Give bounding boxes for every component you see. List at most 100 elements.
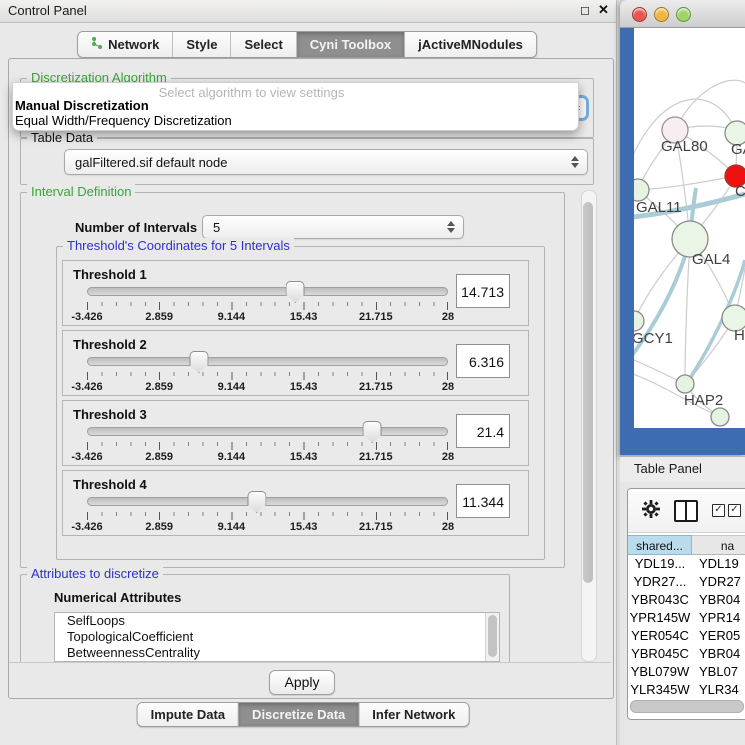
tab-discretize-data[interactable]: Discretize Data xyxy=(239,703,359,726)
cell-name[interactable]: YPR14 xyxy=(692,609,745,627)
tab-jactivemnodules[interactable]: jActiveMNodules xyxy=(405,32,536,57)
threshold-4-slider-track[interactable] xyxy=(87,497,448,506)
threshold-4-slider-thumb[interactable] xyxy=(247,491,266,513)
cell-shared-name[interactable]: YBL079W xyxy=(628,663,692,681)
tick-label: 15.43 xyxy=(290,451,318,463)
control-panel-titlebar[interactable] xyxy=(0,0,616,23)
cell-name[interactable]: YLR34 xyxy=(692,681,745,699)
threshold-4-value-field[interactable]: 11.344 xyxy=(456,484,510,518)
cell-shared-name[interactable]: YDR27... xyxy=(628,573,692,591)
network-node[interactable] xyxy=(711,408,729,426)
slider-tick-labels: -3.4262.8599.14415.4321.71528 xyxy=(87,381,448,393)
cell-shared-name[interactable]: YBR043C xyxy=(628,591,692,609)
tab-cyni-toolbox[interactable]: Cyni Toolbox xyxy=(297,32,405,57)
table-row[interactable]: YDL19...YDL19 xyxy=(628,555,745,573)
tick-label: 21.715 xyxy=(359,311,393,323)
table-header-row: shared... na xyxy=(628,535,745,555)
settings-scrollbar-thumb[interactable] xyxy=(583,202,593,583)
tab-select[interactable]: Select xyxy=(231,32,296,57)
threshold-3-label: Threshold 3 xyxy=(73,407,147,422)
cell-shared-name[interactable]: YBR045C xyxy=(628,645,692,663)
network-node[interactable] xyxy=(634,311,644,331)
tick-label: 15.43 xyxy=(290,521,318,533)
gear-icon[interactable] xyxy=(642,500,660,521)
cell-name[interactable]: YDL19 xyxy=(692,555,745,573)
table-row[interactable]: YBR043CYBR04 xyxy=(628,591,745,609)
tab-network[interactable]: Network xyxy=(78,32,173,57)
tick-label: 9.144 xyxy=(218,521,246,533)
table-row[interactable]: YLR345WYLR34 xyxy=(628,681,745,699)
table-body: YDL19...YDL19YDR27...YDR27YBR043CYBR04YP… xyxy=(628,555,745,717)
table-row[interactable]: YBL079WYBL07 xyxy=(628,663,745,681)
attribute-list-item[interactable]: BetweennessCentrality xyxy=(55,645,499,661)
threshold-2-slider-thumb[interactable] xyxy=(189,351,208,373)
cell-shared-name[interactable]: YER054C xyxy=(628,627,692,645)
threshold-1-slider-track[interactable] xyxy=(87,287,448,296)
float-window-icon[interactable]: ◻ xyxy=(580,3,590,17)
threshold-1-row: Threshold 1 -3.4262.8599.14415.4321.7152… xyxy=(62,260,529,326)
column-header-shared-name[interactable]: shared... xyxy=(628,535,692,555)
threshold-2-value-field[interactable]: 6.316 xyxy=(456,344,510,378)
slider-ticks xyxy=(87,302,448,310)
table-row[interactable]: YBR045CYBR04 xyxy=(628,645,745,663)
control-panel-tabbar: Network Style Select Cyni Toolbox jActiv… xyxy=(77,31,537,58)
tick-label: 2.859 xyxy=(145,311,173,323)
menu-item-manual-discretization[interactable]: Manual Discretization xyxy=(15,98,149,113)
table-row[interactable]: YDR27...YDR27 xyxy=(628,573,745,591)
cell-name[interactable]: YBR04 xyxy=(692,645,745,663)
tab-impute-data[interactable]: Impute Data xyxy=(138,703,239,726)
network-node-label: GAL80 xyxy=(661,138,708,155)
table-horizontal-scrollbar[interactable] xyxy=(630,700,744,713)
tab-style[interactable]: Style xyxy=(173,32,231,57)
threshold-3-value-field[interactable]: 21.4 xyxy=(456,414,510,448)
cell-shared-name[interactable]: YPR145W xyxy=(628,609,692,627)
threshold-1-label: Threshold 1 xyxy=(73,267,147,282)
threshold-3-slider-track[interactable] xyxy=(87,427,448,436)
tab-network-label: Network xyxy=(108,37,159,52)
tab-infer-network[interactable]: Infer Network xyxy=(359,703,468,726)
zoom-window-light[interactable] xyxy=(676,7,691,22)
tick-label: 28 xyxy=(442,451,454,463)
column-header-name[interactable]: na xyxy=(692,535,745,555)
menu-item-equal-width-frequency[interactable]: Equal Width/Frequency Discretization xyxy=(15,113,232,128)
checkbox-filter-icons[interactable]: ✓ ✓ xyxy=(712,504,741,517)
table-row[interactable]: YPR145WYPR14 xyxy=(628,609,745,627)
network-node[interactable] xyxy=(676,375,694,393)
attribute-list-item[interactable]: SelfLoops xyxy=(55,613,499,629)
cell-name[interactable]: YBR04 xyxy=(692,591,745,609)
cell-shared-name[interactable]: YDL19... xyxy=(628,555,692,573)
cell-name[interactable]: YER05 xyxy=(692,627,745,645)
network-node-label: H xyxy=(734,327,745,344)
threshold-4-label: Threshold 4 xyxy=(73,477,147,492)
table-panel-title: Table Panel xyxy=(634,461,702,476)
network-glyph-icon xyxy=(91,36,103,53)
tick-label: 21.715 xyxy=(359,381,393,393)
numerical-attributes-list[interactable]: SelfLoopsTopologicalCoefficientBetweenne… xyxy=(54,612,500,662)
network-thick-edges xyxy=(634,188,745,384)
network-canvas[interactable]: GAL80GACGAL11GAL4GCY1HHAP2 xyxy=(634,28,745,428)
interval-definition-group-title: Interval Definition xyxy=(27,184,135,199)
slider-ticks xyxy=(87,372,448,380)
cell-shared-name[interactable]: YLR345W xyxy=(628,681,692,699)
table-data-combobox[interactable]: galFiltered.sif default node xyxy=(64,149,588,175)
threshold-2-row: Threshold 2 -3.4262.8599.14415.4321.7152… xyxy=(62,330,529,396)
split-columns-icon[interactable] xyxy=(674,500,698,522)
combo-stepper-icon xyxy=(447,221,455,233)
number-of-intervals-combobox[interactable]: 5 xyxy=(202,215,464,239)
close-window-light[interactable] xyxy=(632,7,647,22)
close-panel-icon[interactable]: ✕ xyxy=(598,2,609,18)
control-panel-title: Control Panel xyxy=(8,3,87,18)
threshold-1-slider-thumb[interactable] xyxy=(286,281,305,303)
cell-name[interactable]: YDR27 xyxy=(692,573,745,591)
threshold-1-value-field[interactable]: 14.713 xyxy=(456,274,510,308)
attribute-list-item[interactable]: TopologicalCoefficient xyxy=(55,629,499,645)
apply-button[interactable]: Apply xyxy=(269,670,335,695)
cell-name[interactable]: YBL07 xyxy=(692,663,745,681)
attributes-scrollbar[interactable] xyxy=(485,613,499,661)
threshold-2-slider-track[interactable] xyxy=(87,357,448,366)
table-row[interactable]: YER054CYER05 xyxy=(628,627,745,645)
threshold-3-slider-thumb[interactable] xyxy=(363,421,382,443)
table-data-group-title: Table Data xyxy=(27,130,97,145)
tick-label: 15.43 xyxy=(290,381,318,393)
minimize-window-light[interactable] xyxy=(654,7,669,22)
